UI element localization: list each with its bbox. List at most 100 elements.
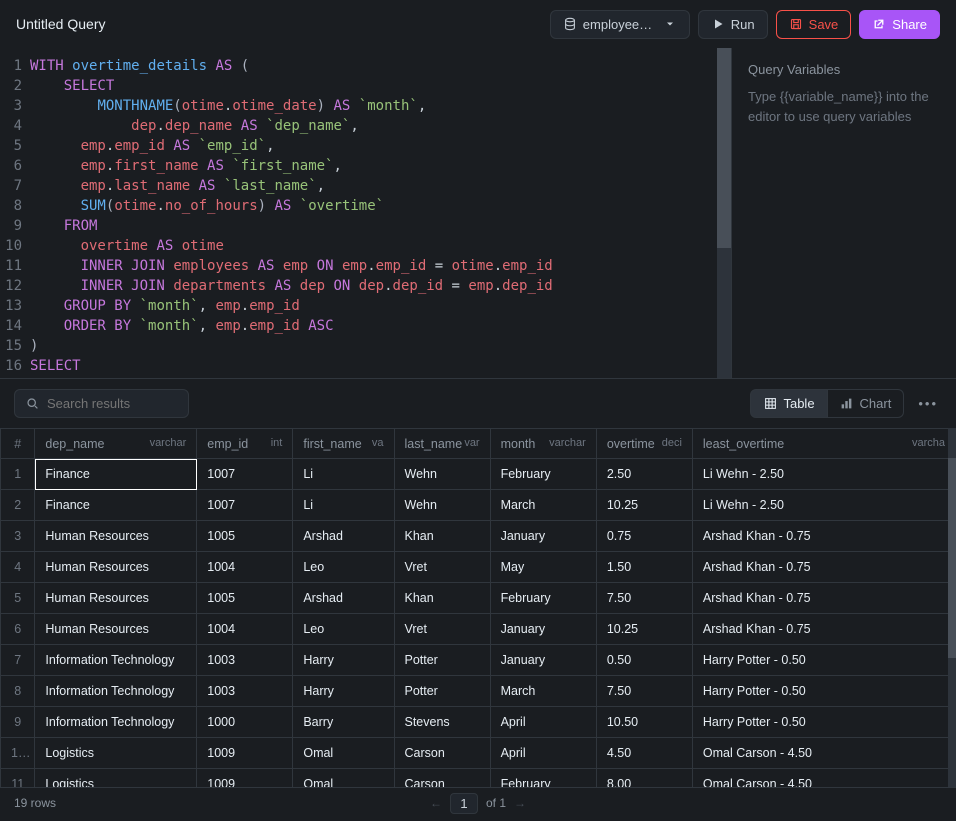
table-cell[interactable]: 0.50 [596,645,692,676]
table-cell[interactable]: Logistics [35,769,197,788]
table-cell[interactable]: February [490,769,596,788]
table-row[interactable]: 1Finance1007LiWehnFebruary2.50Li Wehn - … [1,459,956,490]
table-cell[interactable]: Potter [394,645,490,676]
table-cell[interactable]: 4 [1,552,35,583]
column-header[interactable]: # [1,429,35,459]
table-cell[interactable]: January [490,614,596,645]
table-cell[interactable]: 1003 [197,676,293,707]
column-header[interactable]: monthvarchar [490,429,596,459]
table-row[interactable]: 11Logistics1009OmalCarsonFebruary8.00Oma… [1,769,956,788]
table-cell[interactable]: February [490,459,596,490]
table-cell[interactable]: Potter [394,676,490,707]
table-cell[interactable]: March [490,676,596,707]
table-cell[interactable]: Khan [394,583,490,614]
column-header[interactable]: dep_namevarchar [35,429,197,459]
column-header[interactable]: least_overtimevarcha [692,429,955,459]
table-cell[interactable]: Omal [293,769,394,788]
table-cell[interactable]: Harry Potter - 0.50 [692,645,955,676]
save-button[interactable]: Save [776,10,852,39]
table-cell[interactable]: 10.50 [596,707,692,738]
table-cell[interactable]: Arshad [293,583,394,614]
table-cell[interactable]: April [490,707,596,738]
table-cell[interactable]: 8 [1,676,35,707]
table-cell[interactable]: Human Resources [35,552,197,583]
table-cell[interactable]: 1009 [197,738,293,769]
table-cell[interactable]: Li [293,459,394,490]
table-cell[interactable]: Arshad Khan - 0.75 [692,614,955,645]
table-cell[interactable]: Leo [293,552,394,583]
table-cell[interactable]: Wehn [394,459,490,490]
table-scrollbar-thumb[interactable] [948,458,956,658]
table-cell[interactable]: Li Wehn - 2.50 [692,490,955,521]
page-next-button[interactable]: → [514,796,526,810]
table-cell[interactable]: Finance [35,490,197,521]
table-cell[interactable]: 10.25 [596,614,692,645]
table-cell[interactable]: 1007 [197,459,293,490]
table-cell[interactable]: Omal [293,738,394,769]
table-cell[interactable]: 2.50 [596,459,692,490]
table-cell[interactable]: Omal Carson - 4.50 [692,738,955,769]
search-results-input[interactable] [47,396,178,411]
table-cell[interactable]: 10.25 [596,490,692,521]
table-cell[interactable]: 1005 [197,521,293,552]
database-selector[interactable]: employee_inform... [550,10,690,39]
table-row[interactable]: 8Information Technology1003HarryPotterMa… [1,676,956,707]
table-cell[interactable]: Wehn [394,490,490,521]
search-results-box[interactable] [14,389,189,418]
table-cell[interactable]: 1005 [197,583,293,614]
table-cell[interactable]: Information Technology [35,707,197,738]
table-cell[interactable]: Stevens [394,707,490,738]
column-header[interactable]: overtimedeci [596,429,692,459]
table-cell[interactable]: Leo [293,614,394,645]
table-row[interactable]: 5Human Resources1005ArshadKhanFebruary7.… [1,583,956,614]
table-cell[interactable]: 7 [1,645,35,676]
table-cell[interactable]: Information Technology [35,676,197,707]
table-cell[interactable]: 1003 [197,645,293,676]
table-cell[interactable]: 8.00 [596,769,692,788]
table-cell[interactable]: 1004 [197,552,293,583]
table-row[interactable]: 6Human Resources1004LeoVretJanuary10.25A… [1,614,956,645]
chart-view-button[interactable]: Chart [828,389,905,418]
table-cell[interactable]: March [490,490,596,521]
table-cell[interactable]: 1000 [197,707,293,738]
table-cell[interactable]: 7.50 [596,583,692,614]
sql-editor[interactable]: 12345678910111213141516 WITH overtime_de… [0,48,731,378]
table-cell[interactable]: January [490,521,596,552]
more-options-button[interactable]: ••• [914,392,942,415]
table-cell[interactable]: Arshad [293,521,394,552]
column-header[interactable]: emp_idint [197,429,293,459]
column-header[interactable]: last_namevar [394,429,490,459]
table-cell[interactable]: Li Wehn - 2.50 [692,459,955,490]
table-cell[interactable]: April [490,738,596,769]
table-cell[interactable]: Logistics [35,738,197,769]
share-button[interactable]: Share [859,10,940,39]
table-cell[interactable]: Human Resources [35,614,197,645]
table-view-button[interactable]: Table [750,389,827,418]
table-cell[interactable]: 1007 [197,490,293,521]
sql-code[interactable]: WITH overtime_details AS ( SELECT MONTHN… [30,56,553,378]
query-title[interactable]: Untitled Query [16,16,105,32]
table-cell[interactable]: Human Resources [35,583,197,614]
table-cell[interactable]: 5 [1,583,35,614]
table-cell[interactable]: May [490,552,596,583]
table-cell[interactable]: Information Technology [35,645,197,676]
table-cell[interactable]: 7.50 [596,676,692,707]
table-cell[interactable]: 9 [1,707,35,738]
page-prev-button[interactable]: ← [430,796,442,810]
table-cell[interactable]: Vret [394,614,490,645]
page-input[interactable] [450,793,478,814]
table-cell[interactable]: 10 [1,738,35,769]
table-row[interactable]: 3Human Resources1005ArshadKhanJanuary0.7… [1,521,956,552]
table-cell[interactable]: Barry [293,707,394,738]
table-cell[interactable]: Li [293,490,394,521]
table-row[interactable]: 2Finance1007LiWehnMarch10.25Li Wehn - 2.… [1,490,956,521]
table-row[interactable]: 10Logistics1009OmalCarsonApril4.50Omal C… [1,738,956,769]
table-cell[interactable]: 2 [1,490,35,521]
table-row[interactable]: 4Human Resources1004LeoVretMay1.50Arshad… [1,552,956,583]
table-cell[interactable]: Arshad Khan - 0.75 [692,521,955,552]
table-cell[interactable]: 1009 [197,769,293,788]
table-cell[interactable]: 0.75 [596,521,692,552]
table-cell[interactable]: February [490,583,596,614]
table-cell[interactable]: 1004 [197,614,293,645]
table-row[interactable]: 9Information Technology1000BarryStevensA… [1,707,956,738]
